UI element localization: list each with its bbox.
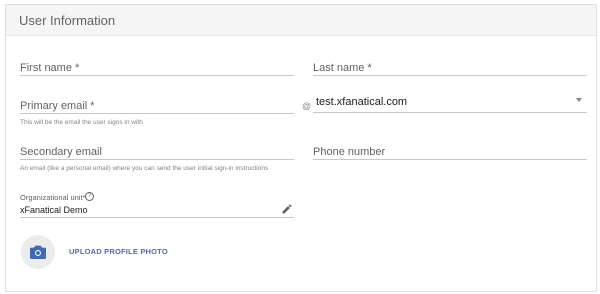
first-name-field[interactable]: First name * [20, 61, 294, 77]
upload-profile-photo-button[interactable]: UPLOAD PROFILE PHOTO [69, 247, 168, 256]
last-name-label: Last name * [313, 62, 372, 74]
org-unit-value: xFanatical Demo [20, 205, 88, 215]
chevron-down-icon[interactable] [576, 98, 582, 102]
domain-underline [313, 112, 587, 113]
org-unit-label: Organizational unit* [20, 193, 86, 202]
domain-value: test.xfanatical.com [316, 96, 408, 108]
help-icon[interactable]: ? [85, 192, 94, 201]
phone-number-underline [313, 159, 587, 160]
at-symbol: @ [302, 101, 312, 111]
primary-email-label: Primary email * [20, 100, 95, 112]
card-title: User Information [19, 13, 116, 28]
primary-email-field[interactable]: Primary email * [20, 99, 294, 115]
first-name-underline [20, 75, 294, 76]
last-name-underline [313, 75, 587, 76]
primary-email-underline [20, 113, 294, 114]
last-name-field[interactable]: Last name * [313, 61, 587, 77]
phone-number-label: Phone number [313, 146, 386, 158]
phone-number-field[interactable]: Phone number [313, 145, 587, 161]
secondary-email-helper: An email (like a personal email) where y… [20, 165, 269, 172]
secondary-email-field[interactable]: Secondary email [20, 145, 294, 161]
secondary-email-underline [20, 159, 294, 160]
pencil-icon[interactable] [281, 202, 293, 214]
avatar[interactable] [21, 235, 55, 269]
first-name-label: First name * [20, 62, 80, 74]
org-unit-underline [20, 217, 294, 218]
card-header: User Information [6, 5, 596, 36]
primary-email-helper: This will be the email the user signs in… [20, 119, 143, 126]
secondary-email-label: Secondary email [20, 146, 102, 158]
